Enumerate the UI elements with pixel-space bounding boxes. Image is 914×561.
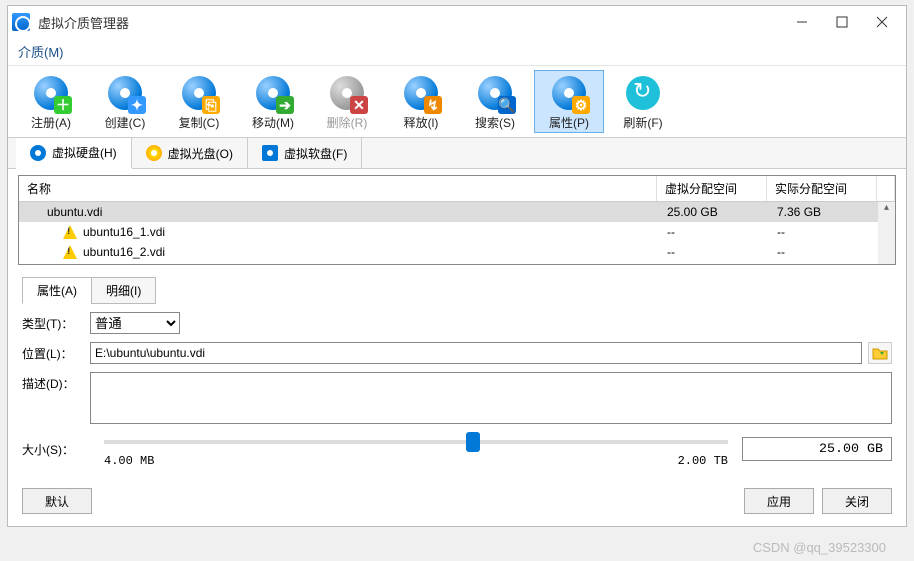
tool-properties[interactable]: ⚙ 属性(P) — [534, 70, 604, 133]
location-label: 位置(L)： — [22, 342, 90, 362]
hdd-icon — [30, 145, 46, 161]
tool-release[interactable]: ↯ 释放(l) — [386, 70, 456, 133]
size-input[interactable] — [742, 437, 892, 461]
app-icon — [12, 13, 30, 31]
toolbar: ＋ 注册(A) ✦ 创建(C) ⎘ 复制(C) ➔ 移动(M) ✕ 删除(R) … — [8, 66, 906, 137]
description-input[interactable] — [90, 372, 892, 424]
window-title: 虚拟介质管理器 — [38, 13, 782, 32]
watermark: CSDN @qq_39523300 — [753, 540, 886, 555]
virtual-media-manager-window: 虚拟介质管理器 介质(M) ＋ 注册(A) ✦ 创建(C) ⎘ 复制(C) ➔ … — [7, 5, 907, 527]
size-min: 4.00 MB — [104, 454, 154, 468]
size-slider[interactable]: 4.00 MB 2.00 TB — [104, 432, 728, 466]
menu-media[interactable]: 介质(M) — [18, 45, 64, 60]
warning-icon — [63, 225, 77, 239]
type-select[interactable]: 普通 — [90, 312, 180, 334]
browse-folder-button[interactable] — [868, 342, 892, 364]
media-list: 名称 虚拟分配空间 实际分配空间 ubuntu.vdi 25.00 GB 7.3… — [18, 175, 896, 265]
location-input[interactable] — [90, 342, 862, 364]
table-row[interactable]: ubuntu16_2.vdi -- -- — [19, 242, 895, 262]
floppy-icon — [262, 145, 278, 161]
table-row[interactable]: ubuntu.vdi 25.00 GB 7.36 GB — [19, 202, 895, 222]
tab-fd[interactable]: 虚拟软盘(F) — [248, 138, 362, 168]
close-dialog-button[interactable]: 关闭 — [822, 488, 892, 514]
tool-search[interactable]: 🔍 搜索(S) — [460, 70, 530, 133]
scrollbar[interactable] — [878, 202, 895, 264]
tool-register[interactable]: ＋ 注册(A) — [16, 70, 86, 133]
table-row[interactable]: ubuntu16_1.vdi -- -- — [19, 222, 895, 242]
media-type-tabs: 虚拟硬盘(H) 虚拟光盘(O) 虚拟软盘(F) — [8, 137, 906, 169]
maximize-button[interactable] — [822, 8, 862, 36]
size-max: 2.00 TB — [678, 454, 728, 468]
size-label: 大小(S)： — [22, 441, 90, 458]
tool-copy[interactable]: ⎘ 复制(C) — [164, 70, 234, 133]
tab-cd[interactable]: 虚拟光盘(O) — [132, 138, 248, 168]
tool-refresh[interactable]: 刷新(F) — [608, 70, 678, 133]
menubar: 介质(M) — [8, 38, 906, 66]
type-label: 类型(T)： — [22, 312, 90, 332]
col-vsize[interactable]: 虚拟分配空间 — [657, 176, 767, 201]
tool-move[interactable]: ➔ 移动(M) — [238, 70, 308, 133]
cd-icon — [146, 145, 162, 161]
list-header: 名称 虚拟分配空间 实际分配空间 — [19, 176, 895, 202]
col-name[interactable]: 名称 — [19, 176, 657, 201]
warning-icon — [63, 245, 77, 259]
col-asize[interactable]: 实际分配空间 — [767, 176, 877, 201]
tab-attributes[interactable]: 属性(A) — [22, 277, 92, 304]
titlebar: 虚拟介质管理器 — [8, 6, 906, 38]
folder-icon — [872, 346, 888, 360]
minimize-button[interactable] — [782, 8, 822, 36]
tab-details[interactable]: 明细(I) — [91, 277, 156, 304]
description-label: 描述(D)： — [22, 372, 90, 392]
tool-delete: ✕ 删除(R) — [312, 70, 382, 133]
tab-hdd[interactable]: 虚拟硬盘(H) — [16, 138, 132, 169]
default-button[interactable]: 默认 — [22, 488, 92, 514]
properties-panel: 属性(A) 明细(I) 类型(T)： 普通 位置(L)： 描述(D)： 大小(S… — [8, 271, 906, 480]
footer: 默认 应用 关闭 — [8, 480, 906, 526]
apply-button[interactable]: 应用 — [744, 488, 814, 514]
tool-create[interactable]: ✦ 创建(C) — [90, 70, 160, 133]
close-button[interactable] — [862, 8, 902, 36]
